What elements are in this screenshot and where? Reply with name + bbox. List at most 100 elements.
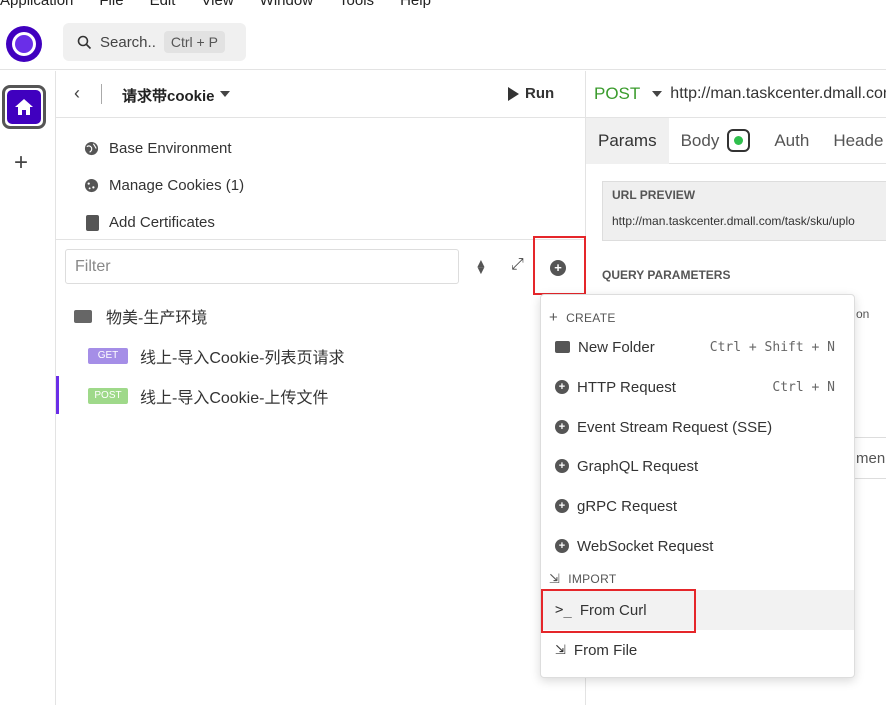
import-icon: ⇲: [549, 571, 561, 586]
menu-item-label: New Folder: [578, 338, 655, 356]
expand-icon[interactable]: ⤢: [511, 256, 524, 274]
top-bar: Search.. Ctrl + P: [0, 10, 886, 70]
left-rail: +: [0, 71, 56, 705]
sidebar-links: Base Environment Manage Cookies (1) Add …: [56, 118, 585, 240]
add-certificates-label: Add Certificates: [109, 214, 215, 231]
folder-icon: [555, 341, 570, 353]
create-section-header: + CREATE: [549, 309, 616, 326]
request-label: 线上-导入Cookie-上传文件: [140, 390, 329, 407]
request-tree: 物美-生产环境 GET 线上-导入Cookie-列表页请求 POST 线上-导入…: [56, 296, 585, 416]
folder-icon: [74, 309, 92, 323]
url-preview-value: http://man.taskcenter.dmall.com/task/sku…: [612, 214, 855, 228]
websocket-request-item[interactable]: + WebSocket Request: [541, 526, 854, 566]
tab-headers[interactable]: Heade: [821, 118, 886, 164]
plus-circle-icon: +: [555, 380, 569, 394]
sort-icon[interactable]: ▲ ▼: [475, 257, 487, 276]
sidebar: ‹ 请求带cookie Run Base Environment Manage …: [56, 71, 586, 705]
menu-tools[interactable]: Tools: [339, 0, 374, 10]
plus-circle-icon: +: [555, 539, 569, 553]
search-icon: [77, 35, 92, 49]
search-shortcut: Ctrl + P: [163, 31, 225, 53]
request-label: 线上-导入Cookie-列表页请求: [140, 350, 345, 367]
filter-input[interactable]: Filter: [65, 249, 459, 284]
tab-body[interactable]: Body: [669, 118, 763, 164]
run-label: Run: [525, 85, 555, 102]
request-item[interactable]: GET 线上-导入Cookie-列表页请求: [56, 336, 585, 376]
highlight-box: [541, 589, 696, 633]
manage-cookies-link[interactable]: Manage Cookies (1): [56, 167, 585, 204]
base-environment-label: Base Environment: [109, 140, 232, 157]
request-tabs: Params Body Auth Heade: [586, 117, 886, 164]
menubar: Application File Edit View Window Tools …: [0, 0, 431, 10]
add-certificates-link[interactable]: Add Certificates: [56, 204, 585, 241]
create-section-label: CREATE: [566, 310, 616, 325]
home-icon: [15, 99, 33, 115]
tab-auth[interactable]: Auth: [762, 118, 821, 164]
grpc-request-item[interactable]: + gRPC Request: [541, 486, 854, 526]
menu-application[interactable]: Application: [0, 0, 73, 10]
logo-icon: [12, 32, 36, 56]
plus-circle-icon: +: [555, 420, 569, 434]
tab-label: Auth: [774, 130, 810, 150]
divider: [101, 84, 102, 104]
plus-circle-icon: +: [550, 260, 566, 276]
create-button[interactable]: +: [533, 236, 586, 295]
url-preview-title: URL PREVIEW: [612, 188, 696, 202]
menu-file[interactable]: File: [99, 0, 123, 10]
tab-label: Heade: [833, 130, 884, 150]
tab-params[interactable]: Params: [586, 117, 669, 164]
chevron-down-icon[interactable]: [220, 91, 230, 97]
certificate-icon: [86, 214, 99, 231]
globe-icon: [84, 141, 99, 156]
graphql-request-item[interactable]: + GraphQL Request: [541, 446, 854, 486]
import-section-label: IMPORT: [568, 572, 617, 586]
menu-view[interactable]: View: [201, 0, 233, 10]
sse-request-item[interactable]: + Event Stream Request (SSE): [541, 407, 854, 447]
collection-name[interactable]: 请求带cookie: [122, 85, 215, 106]
back-icon[interactable]: ‹: [74, 83, 80, 104]
menu-help[interactable]: Help: [400, 0, 431, 10]
manage-cookies-label: Manage Cookies (1): [109, 177, 245, 194]
method-badge: GET: [88, 348, 128, 364]
cookie-icon: [84, 178, 99, 193]
url-bar: POST http://man.taskcenter.dmall.com: [586, 71, 886, 118]
menu-item-label: gRPC Request: [577, 497, 678, 515]
filter-row: Filter ▲ ▼ ⤢ +: [56, 236, 586, 296]
import-section-header: ⇲ IMPORT: [549, 571, 616, 587]
menu-edit[interactable]: Edit: [150, 0, 176, 10]
base-environment-link[interactable]: Base Environment: [56, 130, 585, 167]
tab-label: Params: [598, 130, 657, 150]
query-parameters-heading: QUERY PARAMETERS: [602, 268, 731, 282]
method-select[interactable]: POST: [594, 84, 640, 104]
menu-item-label: HTTP Request: [577, 378, 676, 396]
menu-item-label: From File: [573, 641, 638, 659]
menu-window[interactable]: Window: [260, 0, 313, 10]
sidebar-header: ‹ 请求带cookie Run: [56, 71, 585, 118]
url-input[interactable]: http://man.taskcenter.dmall.com: [670, 85, 886, 103]
plus-icon: +: [549, 309, 559, 326]
tab-label: Body: [680, 130, 720, 150]
plus-circle-icon: +: [555, 459, 569, 473]
chevron-down-icon[interactable]: [652, 91, 663, 97]
search-label: Search..: [100, 33, 156, 51]
run-button[interactable]: Run: [508, 85, 554, 102]
menu-item-label: Event Stream Request (SSE): [577, 418, 773, 436]
url-preview: URL PREVIEW http://man.taskcenter.dmall.…: [602, 181, 886, 241]
play-icon: [508, 86, 519, 101]
comment-fragment: men: [856, 450, 886, 467]
request-item-active[interactable]: POST 线上-导入Cookie-上传文件: [56, 376, 585, 416]
file-import-icon: ⇲: [555, 642, 566, 657]
app-logo[interactable]: [6, 26, 42, 62]
menu-item-shortcut: Ctrl + Shift + N: [709, 339, 835, 355]
search-button[interactable]: Search.. Ctrl + P: [63, 23, 246, 61]
add-workspace-icon[interactable]: +: [14, 149, 28, 177]
menu-item-label: WebSocket Request: [577, 537, 714, 555]
menu-item-shortcut: Ctrl + N: [772, 379, 835, 395]
from-file-item[interactable]: ⇲ From File: [541, 630, 854, 670]
http-request-item[interactable]: + HTTP Request Ctrl + N: [541, 367, 854, 407]
folder-label: 物美-生产环境: [106, 310, 208, 327]
folder-item[interactable]: 物美-生产环境: [56, 296, 585, 336]
home-button[interactable]: [2, 85, 46, 129]
new-folder-item[interactable]: New Folder Ctrl + Shift + N: [541, 327, 854, 367]
status-dot-icon: [727, 129, 751, 152]
